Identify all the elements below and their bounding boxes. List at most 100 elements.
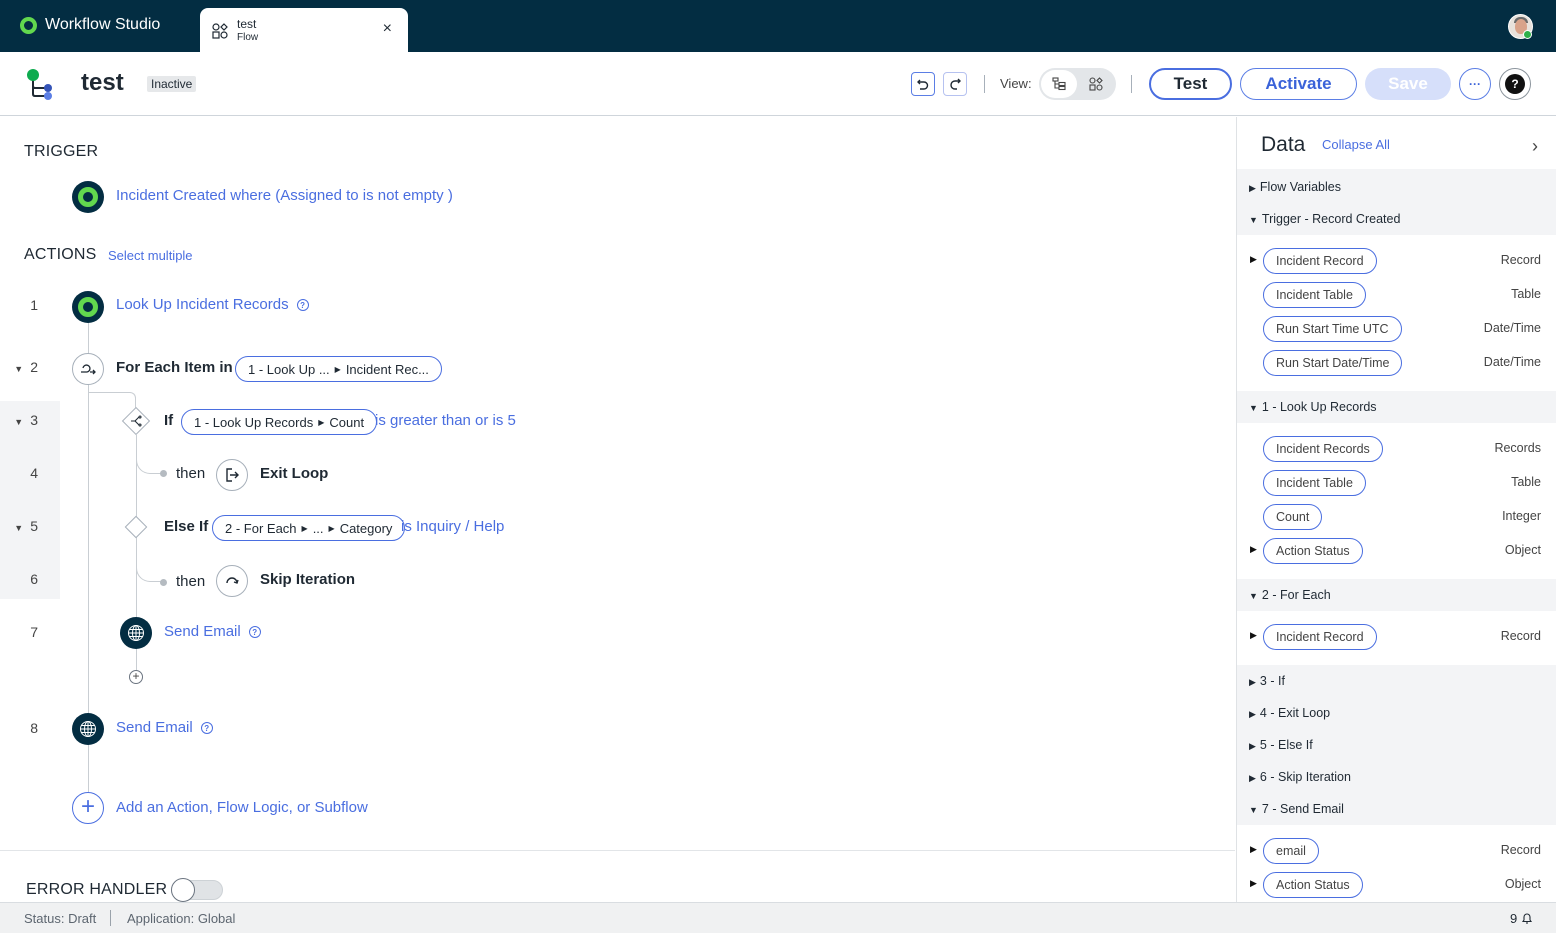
app-brand[interactable]: Workflow Studio xyxy=(20,16,160,34)
more-options-button[interactable]: ··· xyxy=(1459,68,1491,100)
step-lookup-records[interactable]: Look Up Incident Records? xyxy=(116,296,309,313)
if-data-pill[interactable]: 1 - Look Up Records ▶ Count xyxy=(181,409,378,435)
collapse-all-link[interactable]: Collapse All xyxy=(1322,137,1390,152)
step-else-if[interactable]: Else If xyxy=(164,518,208,535)
data-item: Incident Records Records xyxy=(1237,436,1556,462)
expand-icon[interactable]: ▶ xyxy=(1250,844,1257,855)
diagram-view-button[interactable] xyxy=(1078,70,1114,98)
add-step-inner-button[interactable]: + xyxy=(129,670,143,684)
expand-icon[interactable]: ▶ xyxy=(1250,254,1257,265)
data-panel: Data Collapse All › ▶ Flow Variables ▼ Tri… xyxy=(1236,117,1556,902)
status-bar: Status: Draft Application: Global 9 xyxy=(0,902,1556,933)
connector-dot xyxy=(160,579,167,586)
data-pill[interactable]: Incident Records xyxy=(1263,436,1383,462)
data-panel-title: Data xyxy=(1261,133,1306,156)
group-trigger[interactable]: ▼ Trigger - Record Created xyxy=(1249,212,1400,226)
divider xyxy=(110,910,111,926)
data-item: Count Integer xyxy=(1237,504,1556,530)
data-pill[interactable]: Incident Table xyxy=(1263,470,1366,496)
data-pill[interactable]: email xyxy=(1263,838,1319,864)
expand-icon[interactable]: ▶ xyxy=(1250,630,1257,641)
then-label: then xyxy=(176,465,206,482)
diagram-view-icon xyxy=(1089,77,1103,91)
help-button[interactable]: ? xyxy=(1499,68,1531,100)
view-label: View: xyxy=(1000,76,1032,91)
actions-heading: ACTIONS xyxy=(24,246,97,263)
globe-icon xyxy=(120,617,152,649)
save-button[interactable]: Save xyxy=(1365,68,1451,100)
data-pill[interactable]: Run Start Time UTC xyxy=(1263,316,1402,342)
collapse-caret-icon: ▼ xyxy=(14,523,24,533)
undo-icon xyxy=(917,79,929,90)
lookup-records-icon xyxy=(72,291,104,323)
add-action-link[interactable]: Add an Action, Flow Logic, or Subflow xyxy=(116,799,368,816)
else-if-condition[interactable]: is Inquiry / Help xyxy=(401,518,504,535)
top-bar: Workflow Studio test Flow × xyxy=(0,0,1556,52)
chevron-right-icon[interactable]: › xyxy=(1532,136,1538,157)
collapse-caret-icon: ▼ xyxy=(14,417,24,427)
divider xyxy=(984,75,985,93)
tree-view-icon xyxy=(1052,77,1066,91)
workflow-studio-logo-icon xyxy=(20,16,37,34)
step-exit-loop[interactable]: Exit Loop xyxy=(260,465,328,482)
error-handler-heading: ERROR HANDLER xyxy=(26,881,168,898)
group-if[interactable]: ▶ 3 - If xyxy=(1249,674,1285,688)
data-pill[interactable]: Action Status xyxy=(1263,872,1363,898)
expand-icon[interactable]: ▶ xyxy=(1250,878,1257,889)
row-number[interactable]: ▼ 5 xyxy=(0,518,60,534)
test-button[interactable]: Test xyxy=(1149,68,1232,100)
undo-button[interactable] xyxy=(911,72,935,96)
trigger-link[interactable]: Incident Created where (Assigned to is n… xyxy=(116,187,453,204)
else-if-data-pill[interactable]: 2 - For Each ▶... ▶ Category xyxy=(212,515,406,541)
if-branch-icon xyxy=(126,411,146,431)
data-pill[interactable]: Count xyxy=(1263,504,1323,530)
group-exit-loop[interactable]: ▶ 4 - Exit Loop xyxy=(1249,706,1330,720)
select-multiple-link[interactable]: Select multiple xyxy=(108,248,193,263)
then-label: then xyxy=(176,573,206,590)
activate-button[interactable]: Activate xyxy=(1240,68,1357,100)
add-action-button[interactable]: + xyxy=(72,792,104,824)
tab-test-flow[interactable]: test Flow × xyxy=(200,8,408,52)
trigger-node-icon xyxy=(72,181,104,213)
globe-icon xyxy=(72,713,104,745)
help-icon[interactable]: ? xyxy=(248,626,261,639)
group-flow-variables[interactable]: ▶ Flow Variables xyxy=(1249,180,1341,194)
data-pill[interactable]: Incident Record xyxy=(1263,624,1377,650)
help-icon[interactable]: ? xyxy=(296,299,309,312)
expand-icon[interactable]: ▶ xyxy=(1250,544,1257,555)
group-skip-iteration[interactable]: ▶ 6 - Skip Iteration xyxy=(1249,770,1351,784)
step-if[interactable]: If xyxy=(164,412,173,429)
data-item: ▶ Action Status Object xyxy=(1237,538,1556,564)
trigger-heading: TRIGGER xyxy=(24,143,99,160)
data-pill[interactable]: Incident Record xyxy=(1263,248,1377,274)
redo-button[interactable] xyxy=(943,72,967,96)
step-skip-iteration[interactable]: Skip Iteration xyxy=(260,571,355,588)
group-for-each[interactable]: ▼ 2 - For Each xyxy=(1249,588,1331,602)
divider xyxy=(1131,75,1132,93)
online-status-icon xyxy=(1523,30,1532,39)
flow-canvas: TRIGGER Incident Created where (Assigned… xyxy=(0,117,1235,902)
data-pill[interactable]: Incident Table xyxy=(1263,282,1366,308)
close-icon[interactable]: × xyxy=(383,20,392,38)
notifications[interactable]: 9 xyxy=(1510,911,1533,926)
group-send-email[interactable]: ▼ 7 - Send Email xyxy=(1249,802,1344,816)
step-send-email[interactable]: Send Email? xyxy=(116,719,213,736)
error-handler-toggle[interactable] xyxy=(171,878,223,902)
if-condition[interactable]: is greater than or is 5 xyxy=(375,412,516,429)
then-connector xyxy=(136,542,162,582)
row-number: 6 xyxy=(30,571,38,587)
page-title: test xyxy=(81,69,124,96)
help-icon[interactable]: ? xyxy=(200,722,213,735)
group-else-if[interactable]: ▶ 5 - Else If xyxy=(1249,738,1313,752)
row-number[interactable]: ▼ 3 xyxy=(0,412,60,428)
for-each-data-pill[interactable]: 1 - Look Up ... ▶ Incident Rec... xyxy=(235,356,442,382)
data-pill[interactable]: Run Start Date/Time xyxy=(1263,350,1403,376)
app-title: Workflow Studio xyxy=(45,16,161,33)
data-item: ▶ Incident Record Record xyxy=(1237,624,1556,650)
group-lookup-records[interactable]: ▼ 1 - Look Up Records xyxy=(1249,400,1377,414)
data-pill[interactable]: Action Status xyxy=(1263,538,1363,564)
row-number[interactable]: ▼ 2 xyxy=(0,359,60,375)
step-send-email-inner[interactable]: Send Email? xyxy=(164,623,261,640)
tree-view-button[interactable] xyxy=(1041,70,1077,98)
step-for-each[interactable]: For Each Item in xyxy=(116,359,233,376)
